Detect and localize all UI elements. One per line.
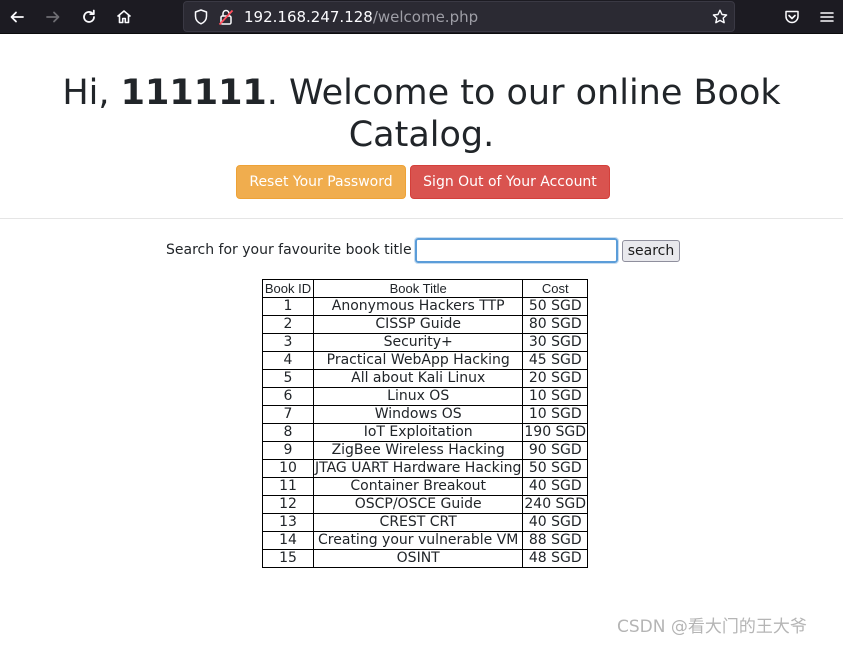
forward-button[interactable]: [39, 3, 67, 31]
table-row: 10 JTAG UART Hardware Hacking 50 SGD: [262, 459, 589, 478]
table-row: 12 OSCP/OSCE Guide 240 SGD: [262, 495, 589, 514]
table-row: 4 Practical WebApp Hacking 45 SGD: [262, 351, 589, 370]
cell-book-title: ZigBee Wireless Hacking: [312, 441, 524, 460]
header-cost: Cost: [522, 279, 589, 298]
cell-book-title: IoT Exploitation: [312, 423, 524, 442]
cell-book-id: 10: [262, 459, 314, 478]
home-icon: [116, 10, 132, 24]
cell-book-title: JTAG UART Hardware Hacking: [312, 459, 524, 478]
cell-book-title: Windows OS: [312, 405, 524, 424]
menu-icon: [820, 12, 834, 22]
table-row: 6 Linux OS 10 SGD: [262, 387, 589, 406]
cell-cost: 80 SGD: [522, 315, 589, 334]
cell-book-id: 8: [262, 423, 314, 442]
table-row: 2 CISSP Guide 80 SGD: [262, 315, 589, 334]
cell-cost: 10 SGD: [522, 387, 589, 406]
table-header-row: Book ID Book Title Cost: [262, 279, 589, 298]
forward-icon: [46, 11, 60, 23]
cell-book-id: 3: [262, 333, 314, 352]
welcome-text: . Welcome to our online Book Catalog.: [266, 73, 781, 155]
cell-cost: 20 SGD: [522, 369, 589, 388]
table-row: 3 Security+ 30 SGD: [262, 333, 589, 352]
back-button[interactable]: [3, 3, 31, 31]
url-text[interactable]: 192.168.247.128/welcome.php: [244, 8, 478, 26]
watermark: CSDN @看大门的王大爷: [617, 617, 807, 637]
address-bar[interactable]: 192.168.247.128/welcome.php: [183, 1, 735, 32]
cell-book-title: CREST CRT: [312, 513, 524, 532]
cell-book-title: Security+: [312, 333, 524, 352]
cell-book-id: 2: [262, 315, 314, 334]
table-row: 1 Anonymous Hackers TTP 50 SGD: [262, 297, 589, 316]
cell-book-id: 9: [262, 441, 314, 460]
cell-book-title: Linux OS: [312, 387, 524, 406]
cell-cost: 190 SGD: [522, 423, 589, 442]
table-row: 9 ZigBee Wireless Hacking 90 SGD: [262, 441, 589, 460]
cell-book-title: Container Breakout: [312, 477, 524, 496]
table-row: 8 IoT Exploitation 190 SGD: [262, 423, 589, 442]
search-label: Search for your favourite book title: [166, 242, 412, 258]
cell-book-id: 12: [262, 495, 314, 514]
divider: [0, 218, 843, 219]
insecure-lock-icon[interactable]: [217, 8, 235, 26]
sign-out-button[interactable]: Sign Out of Your Account: [410, 165, 610, 199]
cell-cost: 30 SGD: [522, 333, 589, 352]
cell-cost: 10 SGD: [522, 405, 589, 424]
cell-book-id: 6: [262, 387, 314, 406]
cell-book-id: 13: [262, 513, 314, 532]
header-book-title: Book Title: [312, 279, 524, 298]
cell-cost: 88 SGD: [522, 531, 589, 550]
cell-book-id: 5: [262, 369, 314, 388]
cell-book-id: 14: [262, 531, 314, 550]
table-row: 11 Container Breakout 40 SGD: [262, 477, 589, 496]
cell-book-title: OSCP/OSCE Guide: [312, 495, 524, 514]
shield-icon[interactable]: [192, 8, 210, 26]
cell-book-title: Practical WebApp Hacking: [312, 351, 524, 370]
home-button[interactable]: [110, 3, 138, 31]
reload-button[interactable]: [75, 3, 103, 31]
cell-book-title: All about Kali Linux: [312, 369, 524, 388]
search-button[interactable]: search: [622, 240, 680, 262]
table-body: 1 Anonymous Hackers TTP 50 SGD 2 CISSP Guide…: [262, 297, 589, 568]
cell-cost: 90 SGD: [522, 441, 589, 460]
table-row: 7 Windows OS 10 SGD: [262, 405, 589, 424]
cell-cost: 50 SGD: [522, 459, 589, 478]
menu-button[interactable]: [813, 3, 841, 31]
cell-book-id: 1: [262, 297, 314, 316]
reload-icon: [83, 9, 95, 23]
cell-cost: 50 SGD: [522, 297, 589, 316]
url-host: 192.168.247.128: [244, 8, 373, 26]
cell-book-id: 4: [262, 351, 314, 370]
cell-book-title: CISSP Guide: [312, 315, 524, 334]
username: 111111: [120, 73, 267, 113]
table-row: 13 CREST CRT 40 SGD: [262, 513, 589, 532]
pocket-icon: [785, 10, 799, 24]
cell-cost: 45 SGD: [522, 351, 589, 370]
cell-cost: 40 SGD: [522, 513, 589, 532]
pocket-button[interactable]: [778, 3, 806, 31]
cell-book-title: OSINT: [312, 549, 524, 568]
star-icon[interactable]: [711, 8, 729, 26]
cell-book-title: Creating your vulnerable VM: [312, 531, 524, 550]
table-row: 5 All about Kali Linux 20 SGD: [262, 369, 589, 388]
reset-password-button[interactable]: Reset Your Password: [236, 165, 406, 199]
cell-book-title: Anonymous Hackers TTP: [312, 297, 524, 316]
cell-book-id: 15: [262, 549, 314, 568]
cell-book-id: 11: [262, 477, 314, 496]
book-table: Book ID Book Title Cost 1 Anonymous Hacke…: [262, 279, 589, 568]
cell-book-id: 7: [262, 405, 314, 424]
url-path: /welcome.php: [372, 8, 479, 26]
table-row: 15 OSINT 48 SGD: [262, 549, 589, 568]
table-row: 14 Creating your vulnerable VM 88 SGD: [262, 531, 589, 550]
cell-cost: 40 SGD: [522, 477, 589, 496]
page-title: Hi, 111111. Welcome to our online Book C…: [0, 72, 843, 156]
cell-cost: 240 SGD: [522, 495, 589, 514]
back-icon: [10, 11, 24, 23]
browser-toolbar: 192.168.247.128/welcome.php: [0, 0, 843, 34]
greeting-text: Hi,: [62, 73, 121, 113]
search-input[interactable]: [414, 237, 619, 264]
header-book-id: Book ID: [262, 279, 314, 298]
cell-cost: 48 SGD: [522, 549, 589, 568]
